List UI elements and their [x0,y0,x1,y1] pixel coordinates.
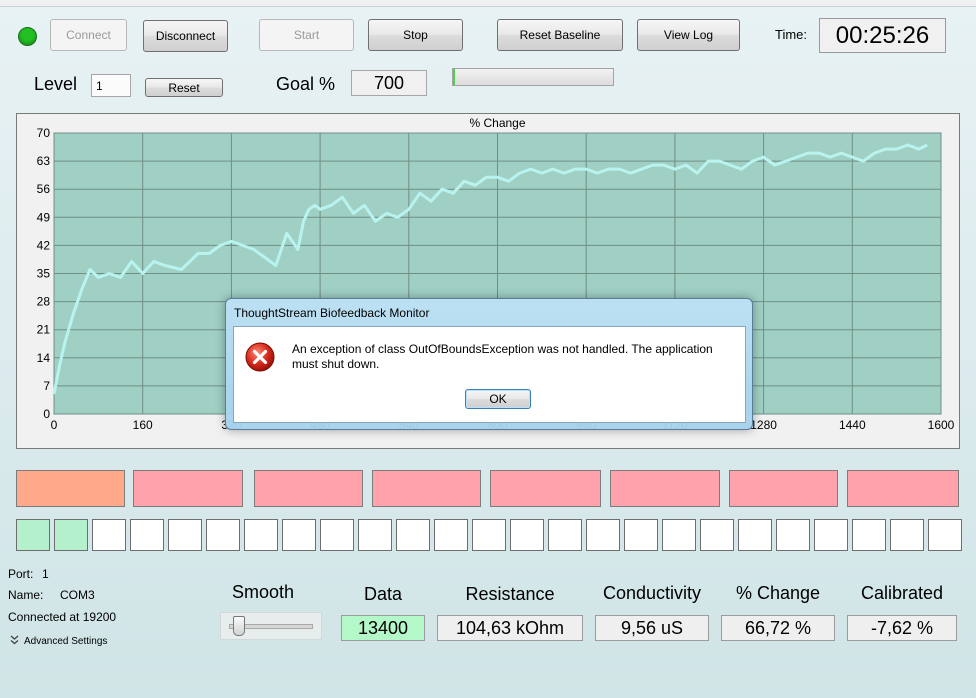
y-tick-label: 70 [37,126,51,140]
disconnect-button[interactable]: Disconnect [143,20,228,52]
indicator-square [776,519,810,551]
level-reset-button[interactable]: Reset [145,78,223,97]
smooth-heading: Smooth [231,582,295,602]
indicator-square [244,519,278,551]
indicator-tile [610,470,720,507]
chart-title: % Change [469,116,525,130]
error-dialog: ThoughtStream Biofeedback Monitor An exc… [225,298,753,430]
double-chevron-down-icon [10,635,19,648]
indicator-square [472,519,506,551]
indicator-tile [133,470,243,507]
name-label: Name: [8,588,44,602]
error-icon [244,341,276,378]
indicator-square [510,519,544,551]
indicator-square [662,519,696,551]
y-tick-label: 35 [37,267,51,281]
indicator-tile [254,470,363,507]
indicator-square [700,519,734,551]
indicator-square [586,519,620,551]
port-value: 1 [42,567,49,581]
y-tick-label: 56 [37,182,51,196]
stop-button[interactable]: Stop [368,19,463,51]
indicator-square [814,519,848,551]
connection-status-led [18,27,37,46]
goal-progress-bar [452,68,614,86]
indicator-square [282,519,316,551]
dialog-message-line-2: must shut down. [292,357,380,371]
goal-label: Goal % [276,74,336,94]
time-label: Time: [775,27,808,42]
level-label: Level [34,74,78,94]
indicator-square [396,519,430,551]
y-tick-label: 42 [37,238,51,252]
indicator-square [434,519,468,551]
indicator-square [890,519,924,551]
indicator-square [928,519,962,551]
calibrated-heading: Calibrated [860,583,944,603]
y-tick-label: 7 [43,379,50,393]
menu-bar [0,0,976,7]
y-tick-label: 21 [37,323,51,337]
indicator-square [16,519,50,551]
y-tick-label: 14 [37,351,51,365]
indicator-tile [372,470,481,507]
x-tick-label: 1440 [839,418,866,432]
advanced-settings-label: Advanced Settings [24,636,108,647]
indicator-square [320,519,354,551]
advanced-settings-toggle[interactable]: Advanced Settings [10,635,107,648]
data-readout: 13400 [341,615,425,641]
indicator-square [548,519,582,551]
percent-change-readout: 66,72 % [721,615,835,641]
name-value: COM3 [60,588,95,602]
dialog-title: ThoughtStream Biofeedback Monitor [234,306,430,320]
indicator-square [358,519,392,551]
elapsed-time-display: 00:25:26 [819,18,946,53]
dialog-body: An exception of class OutOfBoundsExcepti… [233,326,746,423]
conductivity-heading: Conductivity [602,583,702,603]
resistance-readout: 104,63 kOhm [437,615,583,641]
data-heading: Data [363,584,403,604]
y-tick-label: 0 [43,407,50,421]
indicator-square [130,519,164,551]
resistance-heading: Resistance [465,584,555,604]
reset-baseline-button[interactable]: Reset Baseline [497,19,623,51]
goal-progress-fill [453,69,455,85]
connect-button[interactable]: Connect [50,19,127,51]
indicator-tile [16,470,125,507]
indicator-tile [729,470,838,507]
smooth-slider[interactable] [220,612,322,640]
level-input[interactable]: 1 [91,74,131,97]
indicator-square [54,519,88,551]
indicator-square [852,519,886,551]
y-tick-label: 28 [37,295,51,309]
indicator-square [738,519,772,551]
smooth-slider-thumb[interactable] [232,616,245,636]
y-tick-label: 49 [37,210,51,224]
x-tick-label: 1280 [750,418,777,432]
indicator-square [92,519,126,551]
connection-status-text: Connected at 19200 [8,610,117,624]
conductivity-readout: 9,56 uS [595,615,709,641]
indicator-tile [847,470,959,507]
x-tick-label: 1600 [928,418,955,432]
indicator-square [168,519,202,551]
goal-percent-display: 700 [351,70,427,96]
ok-button[interactable]: OK [465,389,531,409]
x-tick-label: 160 [133,418,153,432]
indicator-square [624,519,658,551]
y-tick-label: 63 [37,154,51,168]
dialog-message-line-1: An exception of class OutOfBoundsExcepti… [292,342,713,356]
start-button[interactable]: Start [259,19,354,51]
port-label: Port: [8,567,34,581]
indicator-tile [490,470,601,507]
view-log-button[interactable]: View Log [637,19,740,51]
indicator-square [206,519,240,551]
percent-change-heading: % Change [735,583,821,603]
x-tick-label: 0 [51,418,58,432]
calibrated-readout: -7,62 % [847,615,957,641]
